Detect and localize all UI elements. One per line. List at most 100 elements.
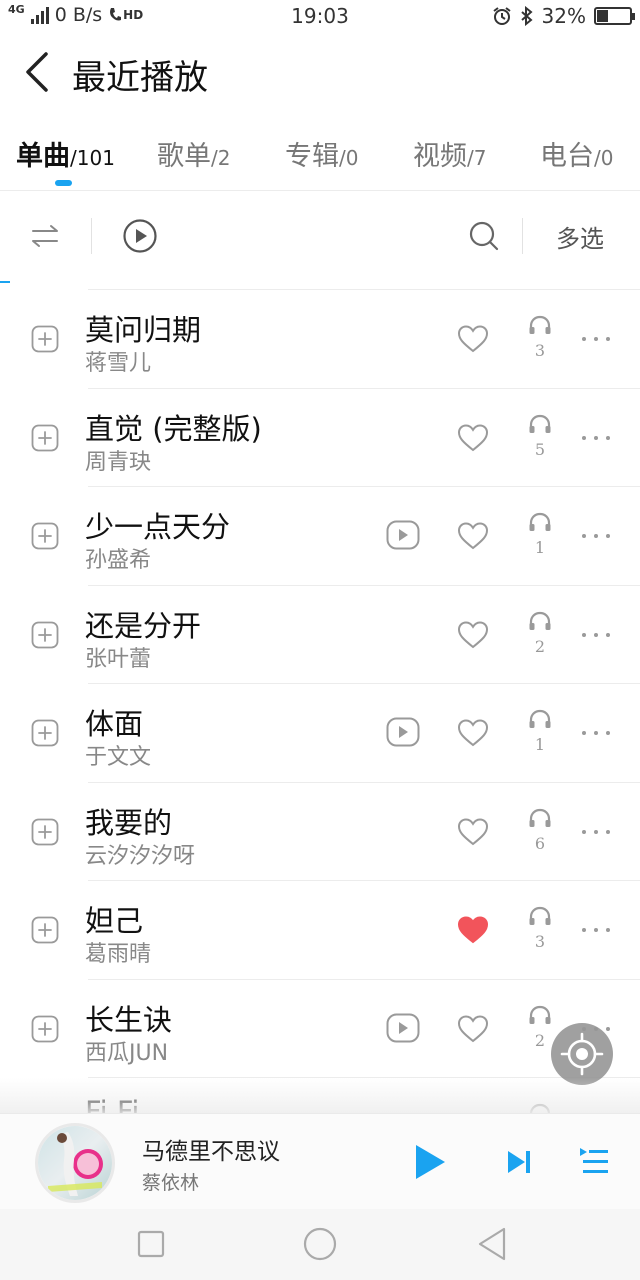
play-count: 3 [525,315,555,360]
more-dots-icon [582,337,610,341]
song-row[interactable]: 体面 于文文 1 [0,683,640,782]
tab-label: 歌单 [157,141,211,172]
add-to-playlist-button[interactable] [31,1015,59,1043]
play-icon [416,1145,445,1179]
play-count-value: 1 [534,538,546,557]
headphones-icon [529,315,551,334]
favorite-button[interactable] [457,324,489,354]
back-button[interactable] [18,50,58,94]
song-row[interactable]: 妲己 葛雨晴 3 [0,880,640,979]
next-track-button[interactable] [505,1148,533,1176]
add-to-playlist-button[interactable] [31,818,59,846]
play-count: 5 [525,414,555,459]
add-to-playlist-button[interactable] [31,522,59,550]
song-row[interactable]: 我要的 云汐汐汐呀 6 [0,781,640,881]
status-right: 32% [492,4,635,28]
multiselect-button[interactable]: 多选 [556,219,604,254]
song-row[interactable]: 还是分开 张叶蕾 2 [0,584,640,684]
song-artist: 葛雨晴 [85,942,152,967]
favorite-button[interactable] [457,1014,489,1044]
battery-level [597,10,608,22]
now-playing-artist: 蔡依林 [142,1172,200,1194]
music-video-button[interactable] [386,1013,420,1043]
play-button[interactable] [412,1142,448,1182]
tab-singles[interactable]: 单曲/101 [16,134,115,173]
video-play-icon [386,520,420,550]
header: 最近播放 [0,36,640,116]
play-queue-button[interactable] [578,1146,610,1176]
status-bar: 4G 0 B/s HD 19:03 32% [0,0,640,36]
more-options-button[interactable] [580,531,612,541]
tab-label: 专辑 [285,141,339,172]
favorite-button[interactable] [457,521,489,551]
tab-radio[interactable]: 电台/0 [540,134,613,173]
add-to-playlist-button[interactable] [31,424,59,452]
favorite-button[interactable] [457,817,489,847]
tab-bar: 单曲/101 歌单/2 专辑/0 视频/7 电台/0 [0,124,640,190]
video-play-icon [386,717,420,747]
tab-label: 视频 [413,141,467,172]
song-title: 直觉 (完整版) [85,411,262,446]
add-to-playlist-button[interactable] [31,719,59,747]
favorite-button[interactable] [457,620,489,650]
more-options-button[interactable] [580,630,612,640]
favorite-button[interactable] [457,423,489,453]
heart-outline-icon [457,522,489,550]
search-icon [469,221,499,251]
video-play-icon [386,1013,420,1042]
more-options-button[interactable] [580,728,612,738]
more-options-button[interactable] [580,433,612,443]
favorite-button[interactable] [457,915,489,945]
heart-outline-icon [457,817,489,845]
more-options-button[interactable] [580,334,612,344]
page-title: 最近播放 [72,58,208,98]
song-title: 我要的 [85,805,173,840]
song-list[interactable]: 莫问归期 蒋雪儿 3 直觉 (完整版) 周青玦 5 少一点天分 孙盛希 1 还是分开 张叶蕾 2 体面于… [0,289,640,1113]
song-artist: 于文文 [85,745,152,770]
tab-videos[interactable]: 视频/7 [413,134,486,173]
more-options-button[interactable] [580,827,612,837]
locate-current-button[interactable] [551,1023,613,1085]
tab-albums[interactable]: 专辑/0 [285,134,358,173]
add-to-playlist-button[interactable] [31,621,59,649]
song-row[interactable]: 少一点天分 孙盛希 1 [0,486,640,585]
search-button[interactable] [468,220,500,252]
add-to-playlist-button[interactable] [31,916,59,944]
sort-icon [32,225,58,247]
heart-outline-icon [457,423,489,451]
music-video-button[interactable] [386,520,420,550]
toolbar-separator [522,218,523,254]
album-cover-image [38,1126,112,1200]
more-options-button[interactable] [580,925,612,935]
music-video-button[interactable] [386,717,420,747]
home-button[interactable] [303,1227,337,1261]
row-divider [88,486,640,487]
tab-label: 单曲 [16,141,70,172]
add-to-playlist-button[interactable] [31,325,59,353]
system-back-button[interactable] [477,1226,507,1262]
toolbar-separator [91,218,92,254]
more-dots-icon [582,435,610,440]
album-art[interactable] [35,1123,115,1203]
headphones-icon [529,906,551,925]
play-count: 3 [525,906,555,951]
headphones-icon [529,1005,551,1024]
tab-playlists[interactable]: 歌单/2 [157,134,230,173]
system-nav-bar [0,1209,640,1280]
heart-outline-icon [457,1014,489,1042]
play-circle-icon [123,219,157,253]
play-all-button[interactable] [122,218,158,254]
song-row[interactable]: 直觉 (完整版) 周青玦 5 [0,387,640,487]
song-row[interactable]: 莫问归期 蒋雪儿 3 [0,289,640,388]
song-row[interactable]: 长生诀 西瓜JUN 2 [0,978,640,1078]
toolbar: 多选 [0,191,640,283]
more-dots-icon [582,731,610,735]
sort-button[interactable] [30,223,60,249]
recent-apps-button[interactable] [137,1230,165,1258]
mini-player[interactable]: 马德里不思议 蔡依林 [0,1113,640,1209]
play-count: 1 [525,512,555,557]
row-divider [88,781,640,783]
favorite-button[interactable] [457,718,489,748]
tab-count: /101 [70,146,115,170]
song-title: 莫问归期 [85,313,202,347]
